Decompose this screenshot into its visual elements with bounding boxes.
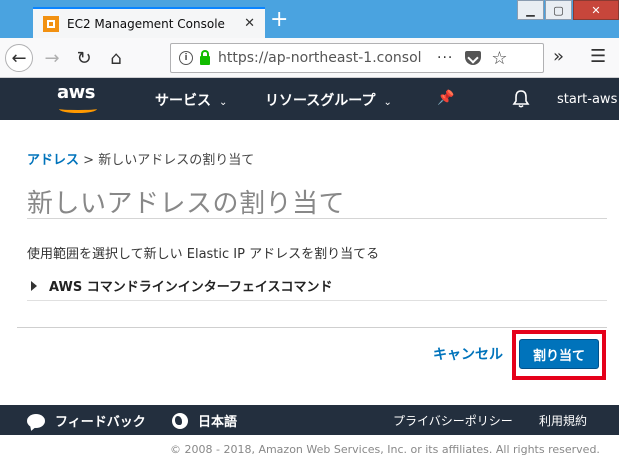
aws-top-nav: aws サービス ⌄ リソースグループ ⌄ 📌 start-aws bbox=[0, 78, 619, 120]
breadcrumb: アドレス > 新しいアドレスの割り当て bbox=[27, 149, 254, 168]
browser-tab[interactable]: EC2 Management Console ✕ bbox=[33, 7, 265, 38]
actions-divider bbox=[17, 327, 607, 328]
aws-smile-icon bbox=[59, 105, 97, 113]
tab-close-icon[interactable]: ✕ bbox=[244, 16, 255, 31]
breadcrumb-current: 新しいアドレスの割り当て bbox=[98, 153, 255, 168]
cli-command-label: AWS コマンドラインインターフェイスコマンド bbox=[49, 280, 333, 295]
hamburger-menu-icon[interactable]: ☰ bbox=[590, 46, 606, 67]
privacy-policy-link[interactable]: プライバシーポリシー bbox=[393, 412, 513, 429]
url-bar[interactable]: i https://ap-northeast-1.consol ··· ☆ bbox=[170, 43, 544, 73]
resource-groups-label: リソースグループ bbox=[265, 93, 376, 109]
chevron-down-icon: ⌄ bbox=[383, 97, 392, 108]
window-controls: ▁ ▢ ✕ bbox=[516, 0, 619, 22]
copyright-text: © 2008 - 2018, Amazon Web Services, Inc.… bbox=[170, 443, 600, 456]
maximize-icon[interactable]: ▢ bbox=[545, 0, 572, 20]
chat-bubble-icon bbox=[27, 413, 45, 428]
terms-link[interactable]: 利用規約 bbox=[539, 412, 587, 429]
chevron-down-icon: ⌄ bbox=[219, 97, 228, 108]
breadcrumb-addresses-link[interactable]: アドレス bbox=[27, 153, 79, 168]
aws-favicon-icon bbox=[43, 15, 59, 32]
tab-title: EC2 Management Console bbox=[67, 16, 225, 31]
new-tab-button[interactable]: + bbox=[270, 9, 288, 31]
language-label: 日本語 bbox=[198, 415, 238, 430]
back-button[interactable]: ← bbox=[5, 44, 33, 72]
feedback-link[interactable]: フィードバック bbox=[27, 411, 146, 430]
cancel-button[interactable]: キャンセル bbox=[433, 344, 503, 364]
language-selector[interactable]: 日本語 bbox=[172, 411, 237, 430]
home-button[interactable]: ⌂ bbox=[102, 44, 130, 72]
window-close-icon[interactable]: ✕ bbox=[573, 0, 619, 20]
reload-button[interactable]: ↻ bbox=[70, 44, 98, 72]
cli-divider bbox=[27, 300, 607, 301]
url-text[interactable]: https://ap-northeast-1.consol bbox=[218, 50, 423, 66]
caret-right-icon bbox=[31, 280, 37, 291]
bell-icon[interactable] bbox=[512, 89, 530, 109]
browser-tab-strip: EC2 Management Console ✕ + ▁ ▢ ✕ bbox=[0, 0, 619, 38]
pin-icon[interactable]: 📌 bbox=[437, 90, 454, 106]
services-label: サービス bbox=[155, 93, 211, 109]
globe-icon bbox=[172, 412, 188, 429]
cli-command-toggle[interactable]: AWS コマンドラインインターフェイスコマンド bbox=[31, 276, 333, 295]
page-title: 新しいアドレスの割り当て bbox=[27, 189, 346, 219]
aws-logo-text: aws bbox=[57, 82, 96, 103]
console-footer: フィードバック 日本語 プライバシーポリシー 利用規約 bbox=[0, 405, 619, 435]
forward-button[interactable]: → bbox=[38, 44, 66, 72]
browser-toolbar: ← → ↻ ⌂ i https://ap-northeast-1.consol … bbox=[0, 38, 619, 78]
title-divider bbox=[27, 218, 607, 219]
account-menu[interactable]: start-aws bbox=[557, 92, 617, 107]
info-icon[interactable]: i bbox=[179, 51, 193, 65]
breadcrumb-separator: > bbox=[83, 153, 95, 168]
overflow-chevron-icon[interactable]: » bbox=[553, 46, 564, 67]
lock-icon bbox=[200, 50, 210, 65]
feedback-label: フィードバック bbox=[55, 415, 146, 430]
resource-groups-menu[interactable]: リソースグループ ⌄ bbox=[265, 90, 392, 110]
allocate-button[interactable]: 割り当て bbox=[519, 339, 599, 369]
aws-logo[interactable]: aws bbox=[57, 83, 101, 113]
services-menu[interactable]: サービス ⌄ bbox=[155, 90, 227, 110]
bookmark-star-icon[interactable]: ☆ bbox=[491, 48, 507, 69]
minimize-icon[interactable]: ▁ bbox=[517, 0, 544, 20]
pocket-icon[interactable] bbox=[465, 51, 482, 65]
page-description: 使用範囲を選択して新しい Elastic IP アドレスを割り当てる bbox=[27, 247, 380, 262]
page-actions-icon[interactable]: ··· bbox=[437, 50, 453, 66]
